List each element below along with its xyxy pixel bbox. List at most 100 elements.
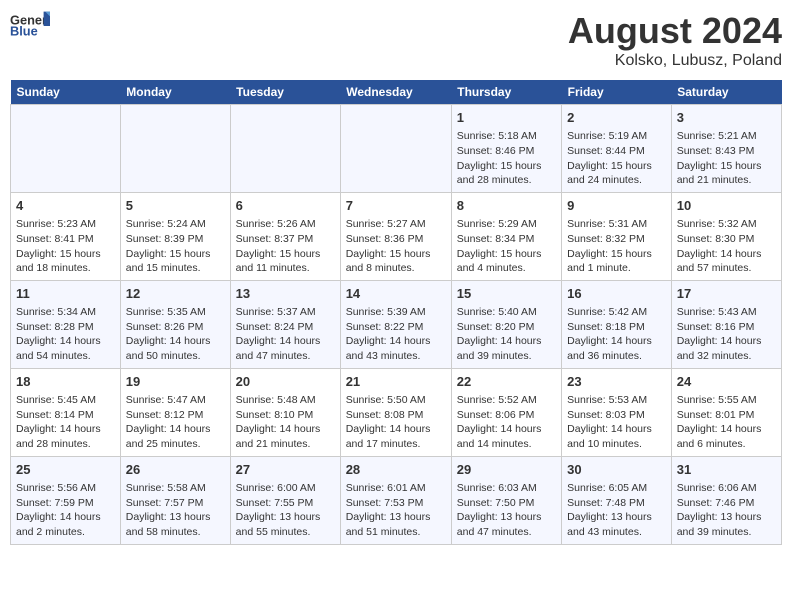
day-info: Sunrise: 5:40 AM Sunset: 8:20 PM Dayligh… (457, 305, 556, 364)
day-info: Sunrise: 5:53 AM Sunset: 8:03 PM Dayligh… (567, 393, 666, 452)
day-info: Sunrise: 5:24 AM Sunset: 8:39 PM Dayligh… (126, 217, 225, 276)
calendar-cell: 23 Sunrise: 5:53 AM Sunset: 8:03 PM Dayli… (562, 368, 672, 456)
calendar-table: SundayMondayTuesdayWednesdayThursdayFrid… (10, 80, 782, 545)
day-header-tuesday: Tuesday (230, 80, 340, 105)
day-number: 31 (677, 461, 776, 479)
day-info: Sunrise: 5:45 AM Sunset: 8:14 PM Dayligh… (16, 393, 115, 452)
day-info: Sunrise: 5:47 AM Sunset: 8:12 PM Dayligh… (126, 393, 225, 452)
day-number: 11 (16, 285, 115, 303)
day-number: 7 (346, 197, 446, 215)
calendar-week-1: 1 Sunrise: 5:18 AM Sunset: 8:46 PM Daylig… (11, 105, 782, 193)
day-info: Sunrise: 5:39 AM Sunset: 8:22 PM Dayligh… (346, 305, 446, 364)
header-row: SundayMondayTuesdayWednesdayThursdayFrid… (11, 80, 782, 105)
day-number: 23 (567, 373, 666, 391)
day-info: Sunrise: 5:55 AM Sunset: 8:01 PM Dayligh… (677, 393, 776, 452)
calendar-cell: 30 Sunrise: 6:05 AM Sunset: 7:48 PM Dayli… (562, 456, 672, 544)
day-header-saturday: Saturday (671, 80, 781, 105)
calendar-cell (340, 105, 451, 193)
calendar-cell: 24 Sunrise: 5:55 AM Sunset: 8:01 PM Dayli… (671, 368, 781, 456)
calendar-cell: 13 Sunrise: 5:37 AM Sunset: 8:24 PM Dayli… (230, 280, 340, 368)
calendar-cell: 20 Sunrise: 5:48 AM Sunset: 8:10 PM Dayli… (230, 368, 340, 456)
title-block: August 2024 Kolsko, Lubusz, Poland (568, 10, 782, 70)
day-number: 2 (567, 109, 666, 127)
calendar-cell (230, 105, 340, 193)
calendar-body: 1 Sunrise: 5:18 AM Sunset: 8:46 PM Daylig… (11, 105, 782, 545)
day-info: Sunrise: 5:48 AM Sunset: 8:10 PM Dayligh… (236, 393, 335, 452)
day-info: Sunrise: 5:21 AM Sunset: 8:43 PM Dayligh… (677, 129, 776, 188)
day-number: 22 (457, 373, 556, 391)
logo: General Blue (10, 10, 50, 38)
day-number: 17 (677, 285, 776, 303)
day-info: Sunrise: 5:43 AM Sunset: 8:16 PM Dayligh… (677, 305, 776, 364)
page-header: General Blue August 2024 Kolsko, Lubusz,… (10, 10, 782, 70)
day-info: Sunrise: 5:52 AM Sunset: 8:06 PM Dayligh… (457, 393, 556, 452)
day-info: Sunrise: 5:26 AM Sunset: 8:37 PM Dayligh… (236, 217, 335, 276)
day-number: 29 (457, 461, 556, 479)
calendar-week-2: 4 Sunrise: 5:23 AM Sunset: 8:41 PM Daylig… (11, 192, 782, 280)
day-info: Sunrise: 6:05 AM Sunset: 7:48 PM Dayligh… (567, 481, 666, 540)
day-header-thursday: Thursday (451, 80, 561, 105)
calendar-cell: 26 Sunrise: 5:58 AM Sunset: 7:57 PM Dayli… (120, 456, 230, 544)
calendar-cell: 16 Sunrise: 5:42 AM Sunset: 8:18 PM Dayli… (562, 280, 672, 368)
day-number: 10 (677, 197, 776, 215)
day-info: Sunrise: 5:35 AM Sunset: 8:26 PM Dayligh… (126, 305, 225, 364)
calendar-cell: 10 Sunrise: 5:32 AM Sunset: 8:30 PM Dayli… (671, 192, 781, 280)
day-number: 8 (457, 197, 556, 215)
day-info: Sunrise: 6:00 AM Sunset: 7:55 PM Dayligh… (236, 481, 335, 540)
day-number: 4 (16, 197, 115, 215)
calendar-cell: 9 Sunrise: 5:31 AM Sunset: 8:32 PM Daylig… (562, 192, 672, 280)
calendar-cell: 28Sunrise: 6:01 AM Sunset: 7:53 PM Dayli… (340, 456, 451, 544)
day-info: Sunrise: 5:27 AM Sunset: 8:36 PM Dayligh… (346, 217, 446, 276)
day-number: 30 (567, 461, 666, 479)
calendar-cell: 7 Sunrise: 5:27 AM Sunset: 8:36 PM Daylig… (340, 192, 451, 280)
day-info: Sunrise: 5:19 AM Sunset: 8:44 PM Dayligh… (567, 129, 666, 188)
day-info: Sunrise: 5:32 AM Sunset: 8:30 PM Dayligh… (677, 217, 776, 276)
day-number: 9 (567, 197, 666, 215)
calendar-cell (11, 105, 121, 193)
calendar-cell: 3Sunrise: 5:21 AM Sunset: 8:43 PM Daylig… (671, 105, 781, 193)
day-number: 24 (677, 373, 776, 391)
day-info: Sunrise: 5:42 AM Sunset: 8:18 PM Dayligh… (567, 305, 666, 364)
day-number: 15 (457, 285, 556, 303)
calendar-cell: 21Sunrise: 5:50 AM Sunset: 8:08 PM Dayli… (340, 368, 451, 456)
calendar-week-4: 18 Sunrise: 5:45 AM Sunset: 8:14 PM Dayli… (11, 368, 782, 456)
day-info: Sunrise: 5:23 AM Sunset: 8:41 PM Dayligh… (16, 217, 115, 276)
calendar-subtitle: Kolsko, Lubusz, Poland (568, 52, 782, 70)
calendar-cell (120, 105, 230, 193)
day-number: 19 (126, 373, 225, 391)
day-info: Sunrise: 5:58 AM Sunset: 7:57 PM Dayligh… (126, 481, 225, 540)
day-info: Sunrise: 5:29 AM Sunset: 8:34 PM Dayligh… (457, 217, 556, 276)
calendar-cell: 19 Sunrise: 5:47 AM Sunset: 8:12 PM Dayli… (120, 368, 230, 456)
calendar-cell: 17 Sunrise: 5:43 AM Sunset: 8:16 PM Dayli… (671, 280, 781, 368)
day-info: Sunrise: 5:31 AM Sunset: 8:32 PM Dayligh… (567, 217, 666, 276)
calendar-title: August 2024 (568, 10, 782, 52)
day-number: 14 (346, 285, 446, 303)
day-number: 25 (16, 461, 115, 479)
day-header-monday: Monday (120, 80, 230, 105)
calendar-cell: 27Sunrise: 6:00 AM Sunset: 7:55 PM Dayli… (230, 456, 340, 544)
day-number: 1 (457, 109, 556, 127)
day-info: Sunrise: 5:18 AM Sunset: 8:46 PM Dayligh… (457, 129, 556, 188)
day-number: 6 (236, 197, 335, 215)
calendar-cell: 15 Sunrise: 5:40 AM Sunset: 8:20 PM Dayli… (451, 280, 561, 368)
calendar-cell: 25Sunrise: 5:56 AM Sunset: 7:59 PM Dayli… (11, 456, 121, 544)
day-info: Sunrise: 5:37 AM Sunset: 8:24 PM Dayligh… (236, 305, 335, 364)
day-number: 13 (236, 285, 335, 303)
calendar-cell: 12 Sunrise: 5:35 AM Sunset: 8:26 PM Dayli… (120, 280, 230, 368)
day-number: 18 (16, 373, 115, 391)
calendar-cell: 11Sunrise: 5:34 AM Sunset: 8:28 PM Dayli… (11, 280, 121, 368)
day-number: 26 (126, 461, 225, 479)
day-info: Sunrise: 6:03 AM Sunset: 7:50 PM Dayligh… (457, 481, 556, 540)
day-number: 5 (126, 197, 225, 215)
calendar-cell: 5 Sunrise: 5:24 AM Sunset: 8:39 PM Daylig… (120, 192, 230, 280)
day-number: 20 (236, 373, 335, 391)
general-blue-icon: General Blue (10, 10, 50, 38)
day-info: Sunrise: 6:06 AM Sunset: 7:46 PM Dayligh… (677, 481, 776, 540)
calendar-cell: 6 Sunrise: 5:26 AM Sunset: 8:37 PM Daylig… (230, 192, 340, 280)
day-info: Sunrise: 5:50 AM Sunset: 8:08 PM Dayligh… (346, 393, 446, 452)
day-header-friday: Friday (562, 80, 672, 105)
day-number: 12 (126, 285, 225, 303)
calendar-week-5: 25Sunrise: 5:56 AM Sunset: 7:59 PM Dayli… (11, 456, 782, 544)
day-info: Sunrise: 6:01 AM Sunset: 7:53 PM Dayligh… (346, 481, 446, 540)
day-number: 16 (567, 285, 666, 303)
